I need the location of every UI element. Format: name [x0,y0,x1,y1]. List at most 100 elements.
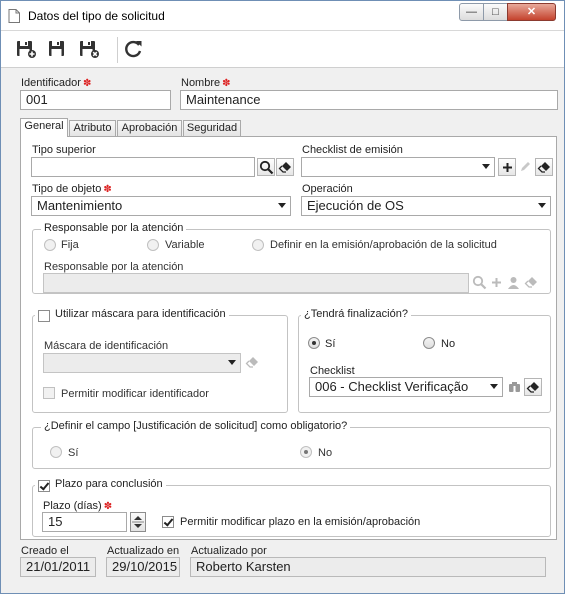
required-icon: ✽ [222,78,231,89]
permitir-identificador-checkbox[interactable] [43,387,55,399]
nombre-label-text: Nombre [181,77,221,89]
responsable-group-legend: Responsable por la atención [41,222,187,234]
responsable-search-button[interactable] [471,274,489,292]
save-new-button[interactable] [15,39,37,59]
finalizacion-group: ¿Tendrá finalización? Sí No Checklist 00… [298,308,551,413]
required-icon: ✽ [103,501,113,512]
chevron-down-icon [228,360,236,365]
refresh-icon [125,40,142,58]
operacion-select[interactable]: Ejecución de OS [301,196,551,216]
save-icon [49,41,64,56]
finalizacion-checklist-select[interactable]: 006 - Checklist Verificação [309,377,503,397]
tab-aprobacion[interactable]: Aprobación [117,120,182,137]
checklist-emision-edit-button[interactable] [517,158,535,176]
plazo-checkbox[interactable] [38,480,50,492]
actualizado-por-label: Actualizado por [191,545,267,557]
radio-justificacion-no-label: No [318,447,333,459]
operacion-value: Ejecución de OS [307,198,404,213]
chevron-down-icon [538,203,546,208]
tipo-superior-field[interactable] [31,157,255,177]
nombre-label: Nombre ✽ [181,77,231,89]
tipo-objeto-select[interactable]: Mantenimiento [31,196,291,216]
tipo-objeto-value: Mantenimiento [37,198,123,213]
plazo-group: Plazo para conclusión Plazo (días) ✽ 15 P… [32,478,551,537]
justificacion-group-legend: ¿Definir el campo [Justificación de soli… [41,420,351,432]
radio-variable[interactable] [147,239,159,251]
plus-icon [492,278,501,287]
responsable-field[interactable] [43,273,469,293]
checklist-emision-select[interactable] [301,157,495,177]
finalizacion-group-legend: ¿Tendrá finalización? [301,308,411,320]
permitir-plazo-checkbox[interactable] [162,516,174,528]
checklist-emision-clear-button[interactable] [535,158,553,176]
creado-field: 21/01/2011 [20,557,96,577]
mascara-group: Utilizar máscara para identificación Más… [32,308,288,413]
permitir-plazo-label: Permitir modificar plazo en la emisión/a… [180,516,421,528]
plus-icon [503,163,512,172]
radio-justificacion-no[interactable] [300,446,312,458]
radio-finalizacion-si[interactable] [308,337,320,349]
close-button[interactable]: ✕ [507,3,556,21]
search-icon [472,275,487,290]
mascara-select[interactable] [43,353,241,373]
tipo-superior-clear-button[interactable] [276,158,294,176]
eraser-icon [245,357,258,368]
operacion-label: Operación [302,183,353,195]
plazo-dias-stepper[interactable] [130,512,146,532]
radio-definir-emision[interactable] [252,239,264,251]
stepper-arrows-icon [132,516,144,528]
plazo-dias-input[interactable]: 15 [42,512,127,532]
finalizacion-checklist-view-button[interactable] [506,378,524,396]
chevron-down-icon [490,384,498,389]
radio-variable-label: Variable [165,239,205,251]
general-tab-panel: Tipo superior Checklist de emisión Tipo … [20,136,557,540]
plazo-dias-label-text: Plazo (días) [43,500,102,512]
checklist-emision-add-button[interactable] [498,158,516,176]
chevron-down-icon [482,164,490,169]
pencil-icon [521,162,530,171]
eraser-icon [537,162,550,173]
finalizacion-checklist-value: 006 - Checklist Verificação [315,379,469,394]
tab-atributo[interactable]: Atributo [69,120,116,137]
eraser-icon [278,162,291,173]
finalizacion-checklist-clear-button[interactable] [524,378,542,396]
responsable-clear-button[interactable] [523,274,541,292]
eraser-icon [526,382,539,393]
eraser-icon [524,277,537,288]
title-bar: Datos del tipo de solicitud — □ ✕ [1,1,564,31]
identificador-label-text: Identificador [21,77,81,89]
document-icon [8,9,20,23]
save-close-button[interactable] [78,39,100,59]
radio-finalizacion-no[interactable] [423,337,435,349]
responsable-group: Responsable por la atención Fija Variabl… [32,222,551,294]
finalizacion-checklist-label: Checklist [310,365,355,377]
permitir-identificador-label: Permitir modificar identificador [61,388,209,400]
mascara-clear-button[interactable] [244,354,262,372]
save-button[interactable] [47,39,69,59]
radio-fija[interactable] [44,239,56,251]
mascara-group-legend: Utilizar máscara para identificación [35,308,229,320]
radio-justificacion-si[interactable] [50,446,62,458]
tipo-superior-search-button[interactable] [257,158,275,176]
tab-seguridad[interactable]: Seguridad [183,120,241,137]
plazo-group-legend: Plazo para conclusión [35,478,166,490]
radio-definir-emision-label: Definir en la emisión/aprobación de la s… [270,239,497,251]
checklist-emision-label: Checklist de emisión [302,144,403,156]
radio-fija-label: Fija [61,239,79,251]
responsable-user-button[interactable] [505,274,523,292]
search-icon [259,160,274,175]
minimize-button[interactable]: — [459,3,484,21]
nombre-field[interactable]: Maintenance [180,90,558,110]
maximize-button[interactable]: □ [483,3,508,21]
binoculars-icon [509,382,520,392]
toolbar-separator [117,37,118,63]
save-new-icon [17,41,36,58]
radio-finalizacion-no-label: No [441,338,456,350]
required-icon: ✽ [103,184,112,195]
tab-general[interactable]: General [20,118,68,137]
mascara-checkbox[interactable] [38,310,50,322]
identificador-field[interactable]: 001 [20,90,171,110]
responsable-add-button[interactable] [488,274,506,292]
refresh-button[interactable] [123,39,145,59]
tipo-objeto-label: Tipo de objeto ✽ [32,183,112,195]
